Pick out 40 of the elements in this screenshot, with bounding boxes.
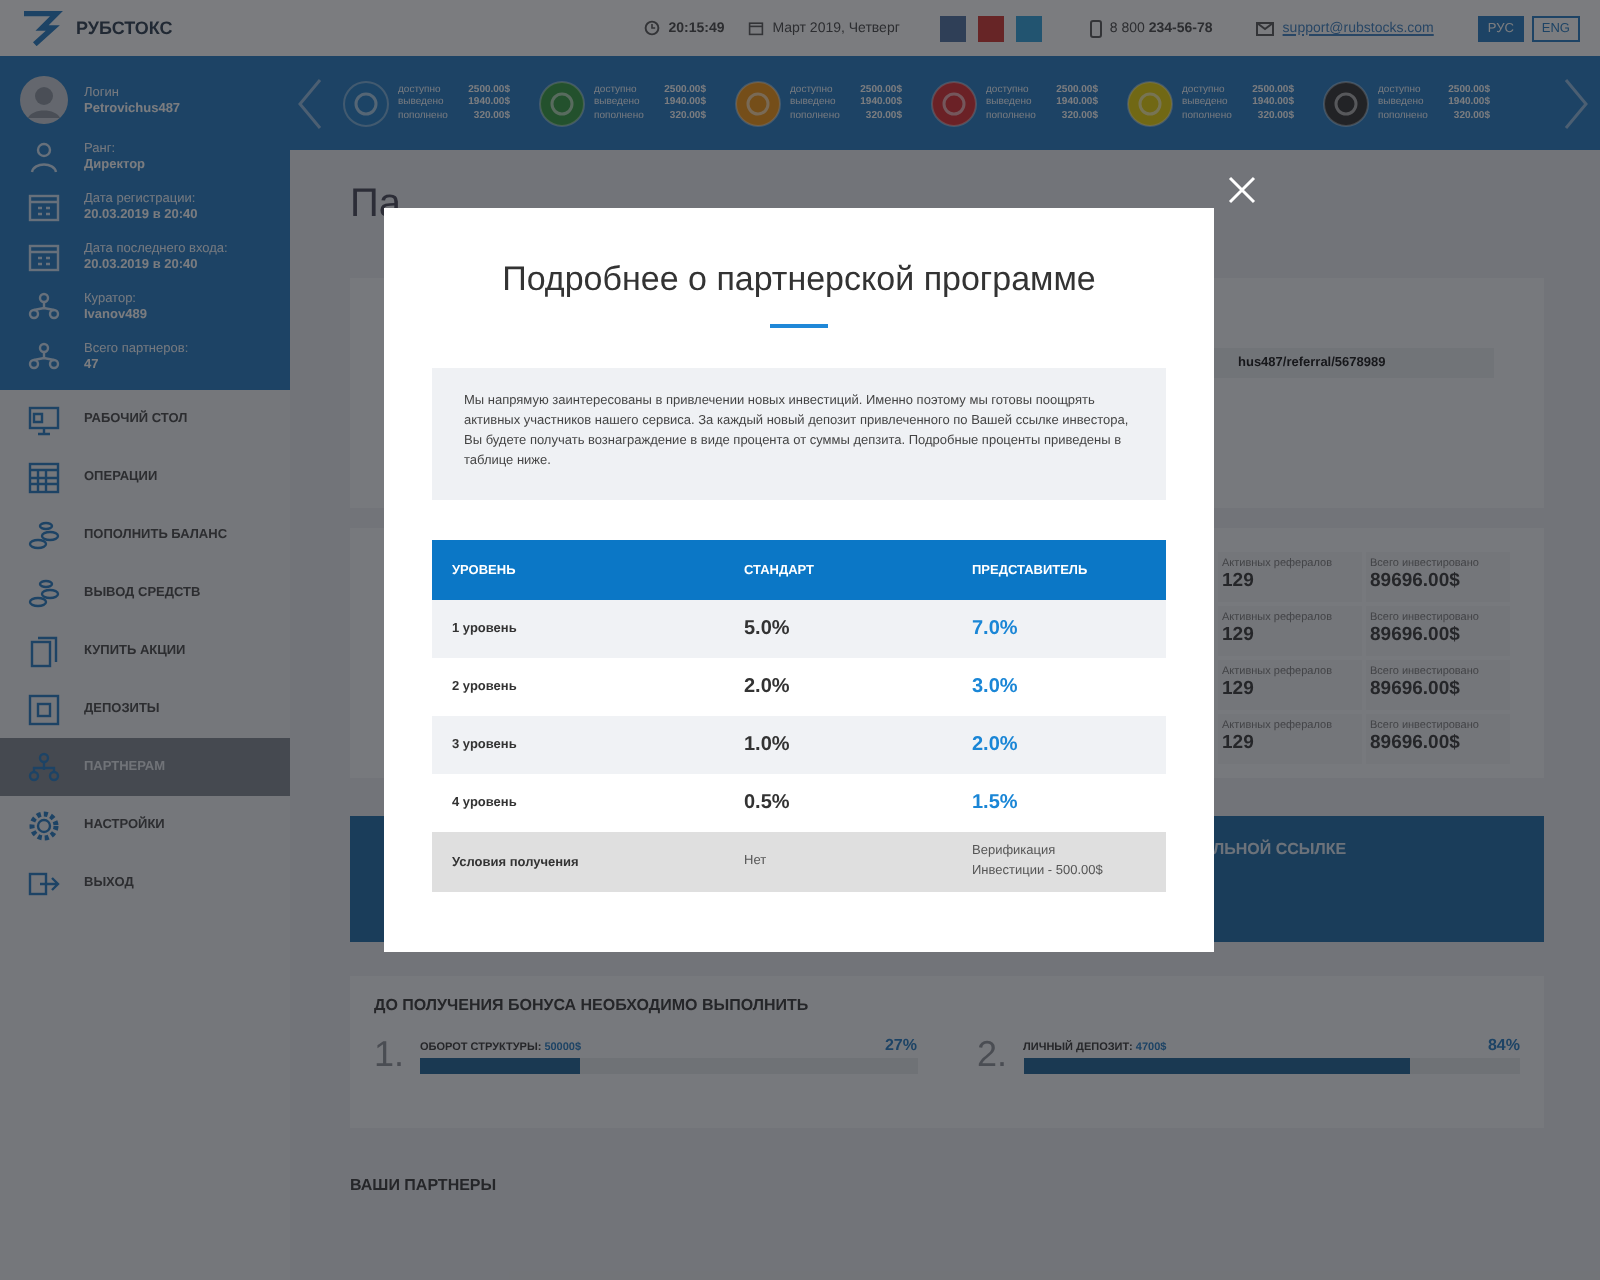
coins-icon: [26, 517, 62, 553]
people-icon: [26, 339, 62, 375]
table-cell-text: 0.5%: [742, 792, 792, 814]
payment-logo-icon: [538, 79, 586, 127]
table-cell-text: 1.5%: [970, 792, 1020, 814]
modal-title: Подробнее о партнерской программе: [500, 260, 1098, 300]
gear-icon: [26, 807, 62, 843]
table-cell-text: 2.0%: [742, 676, 792, 698]
mail-icon: [1256, 21, 1275, 35]
bonus-title: ДО ПОЛУЧЕНИЯ БОНУСА НЕОБХОДИМО ВЫПОЛНИТЬ: [374, 996, 811, 1014]
logo-icon: [20, 10, 64, 46]
table-cell-text: 5.0%: [742, 618, 792, 640]
table-cell-text: 7.0%: [970, 618, 1020, 640]
payment-logo-icon: [734, 79, 782, 127]
phone-icon: [1089, 19, 1102, 37]
table-cell-text: 2.0%: [970, 734, 1020, 756]
logo-text: РУБСТОКС: [76, 18, 173, 38]
people-icon: [26, 749, 62, 785]
calendar-icon: [26, 459, 62, 495]
avatar: [20, 76, 68, 124]
progress-percent: 27%: [884, 1036, 917, 1054]
section-title: ВАШИ ПАРТНЕРЫ: [350, 1176, 499, 1194]
table-cell-text: 1.0%: [742, 734, 792, 756]
clock-icon: [644, 20, 661, 36]
person-icon: [26, 139, 62, 175]
safe-icon: [26, 691, 62, 727]
close-icon[interactable]: [1228, 176, 1256, 204]
payment-logo-icon: [1322, 79, 1370, 127]
progress-percent: 84%: [1487, 1036, 1520, 1054]
calendar-icon: [748, 20, 765, 36]
coins-icon: [26, 575, 62, 611]
table-cell-text: 3.0%: [970, 676, 1020, 698]
calendar-icon: [26, 239, 62, 275]
people-icon: [26, 289, 62, 325]
payment-logo-icon: [930, 79, 978, 127]
payment-logo-icon: [342, 79, 390, 127]
payment-logo-icon: [1126, 79, 1174, 127]
card-title: ЛЬНОЙ ССЫЛКЕ: [1213, 840, 1349, 858]
calendar-icon: [26, 189, 62, 225]
monitor-icon: [26, 401, 62, 437]
